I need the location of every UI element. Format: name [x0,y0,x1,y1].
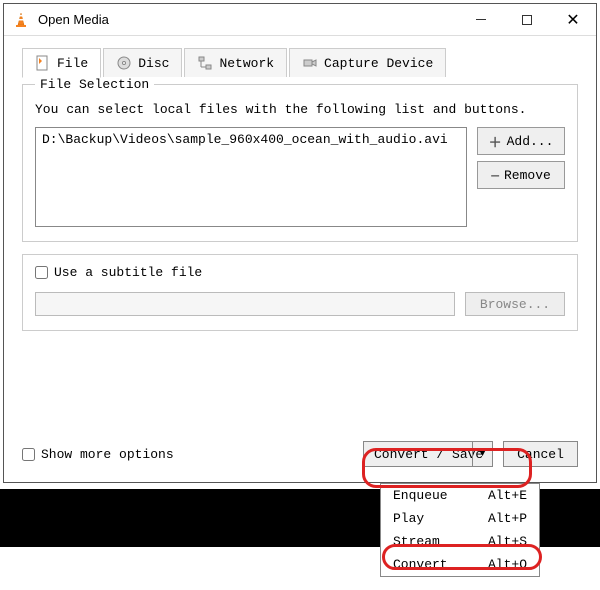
tab-disc-label: Disc [138,56,169,71]
minimize-button[interactable] [458,4,504,36]
show-more-row[interactable]: Show more options [22,447,363,462]
plus-icon: ＋ [489,132,502,151]
file-list[interactable]: D:\Backup\Videos\sample_960x400_ocean_wi… [35,127,467,227]
menu-enqueue-label: Enqueue [393,488,448,503]
menu-convert-shortcut: Alt+O [488,557,527,572]
close-icon: ✕ [566,10,579,30]
menu-convert-label: Convert [393,557,448,572]
convert-save-label: Convert / Save [374,447,483,462]
show-more-checkbox[interactable] [22,448,35,461]
bottom-row: Show more options Convert / Save ▼ Cance… [22,441,578,467]
window-title: Open Media [38,12,458,27]
tab-network[interactable]: Network [184,48,287,77]
network-icon [197,55,213,71]
menu-play-label: Play [393,511,424,526]
file-selection-legend: File Selection [35,77,154,92]
tab-network-label: Network [219,56,274,71]
vlc-cone-icon [12,11,30,29]
file-selection-fieldset: File Selection You can select local file… [22,77,578,242]
tab-disc[interactable]: Disc [103,48,182,77]
titlebar: Open Media ✕ [4,4,596,36]
disc-icon [116,55,132,71]
capture-device-icon [302,55,318,71]
menu-enqueue-shortcut: Alt+E [488,488,527,503]
open-media-window: Open Media ✕ File Disc Network Capture D… [3,3,597,483]
file-row: D:\Backup\Videos\sample_960x400_ocean_wi… [35,127,565,227]
subtitle-row: Browse... [35,292,565,316]
maximize-button[interactable] [504,4,550,36]
window-controls: ✕ [458,4,596,36]
browse-button: Browse... [465,292,565,316]
add-label: Add... [507,134,554,149]
menu-stream-label: Stream [393,534,440,549]
tab-content: File Selection You can select local file… [4,77,596,331]
subtitle-box: Use a subtitle file Browse... [22,254,578,331]
tab-capture[interactable]: Capture Device [289,48,446,77]
cancel-label: Cancel [517,447,564,462]
file-selection-help: You can select local files with the foll… [35,102,565,117]
close-button[interactable]: ✕ [550,4,596,36]
subtitle-path-input [35,292,455,316]
cancel-button[interactable]: Cancel [503,441,578,467]
tab-file-label: File [57,56,88,71]
menu-stream[interactable]: Stream Alt+S [381,530,539,553]
subtitle-checkbox-label: Use a subtitle file [54,265,202,280]
file-buttons: ＋ Add... — Remove [477,127,565,227]
dropdown-arrow-icon[interactable]: ▼ [472,442,492,466]
menu-stream-shortcut: Alt+S [488,534,527,549]
remove-label: Remove [504,168,551,183]
menu-convert[interactable]: Convert Alt+O [381,553,539,576]
tab-capture-label: Capture Device [324,56,433,71]
convert-dropdown-menu: Enqueue Alt+E Play Alt+P Stream Alt+S Co… [380,483,540,577]
remove-button[interactable]: — Remove [477,161,565,189]
convert-save-button[interactable]: Convert / Save ▼ [363,441,493,467]
file-icon [35,55,51,71]
add-button[interactable]: ＋ Add... [477,127,565,155]
tab-bar: File Disc Network Capture Device [22,48,596,77]
minus-icon: — [491,168,499,183]
maximize-icon [522,15,532,25]
file-list-item[interactable]: D:\Backup\Videos\sample_960x400_ocean_wi… [42,132,460,147]
show-more-label: Show more options [41,447,174,462]
menu-play-shortcut: Alt+P [488,511,527,526]
menu-play[interactable]: Play Alt+P [381,507,539,530]
menu-enqueue[interactable]: Enqueue Alt+E [381,484,539,507]
subtitle-checkbox-row[interactable]: Use a subtitle file [35,265,565,280]
subtitle-checkbox[interactable] [35,266,48,279]
minimize-icon [476,19,486,20]
tab-file[interactable]: File [22,48,101,78]
